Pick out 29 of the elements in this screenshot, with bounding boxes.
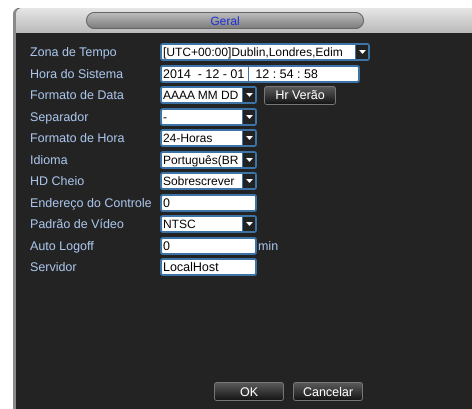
cancel-button[interactable]: Cancelar (293, 382, 363, 401)
window-title: Geral (210, 14, 240, 28)
input-field[interactable]: 0 (160, 194, 257, 212)
field-label: Padrão de Vídeo (30, 217, 125, 231)
field-label: Auto Logoff (30, 238, 95, 252)
field-label: Hora do Sistema (30, 66, 124, 80)
field-label: Formato de Data (30, 88, 125, 102)
input-field[interactable]: 0 (160, 236, 257, 254)
field-label: Formato de Hora (30, 131, 126, 145)
field-label: Endereço do Controle (30, 196, 153, 210)
time-value: 12 : 54 : 58 (254, 66, 318, 80)
dropdown[interactable]: NTSC (160, 215, 257, 233)
date-value: 2014 - 12 - 01 (163, 66, 250, 80)
input-field[interactable]: LocalHost (160, 258, 257, 276)
dropdown[interactable]: Sobrescrever (160, 172, 257, 190)
field-label: HD Cheio (30, 174, 86, 188)
ok-button[interactable]: OK (214, 382, 284, 401)
dst-button[interactable]: Hr Verão (264, 86, 336, 104)
field-label: Separador (30, 110, 90, 124)
unit-label: min (258, 238, 278, 252)
dropdown[interactable]: 24-Horas (160, 129, 257, 147)
dropdown[interactable]: [UTC+00:00]Dublin,Londres,Edim (160, 43, 370, 61)
dropdown[interactable]: - (160, 108, 257, 126)
field-label: Zona de Tempo (30, 45, 118, 59)
field-label: Servidor (30, 260, 78, 274)
dropdown[interactable]: Português(BR (160, 150, 257, 168)
dropdown[interactable]: AAAA MM DD (160, 86, 257, 104)
field-label: Idioma (30, 152, 69, 166)
datetime-field[interactable]: 2014 - 12 - 01 12 : 54 : 58 (160, 64, 360, 82)
